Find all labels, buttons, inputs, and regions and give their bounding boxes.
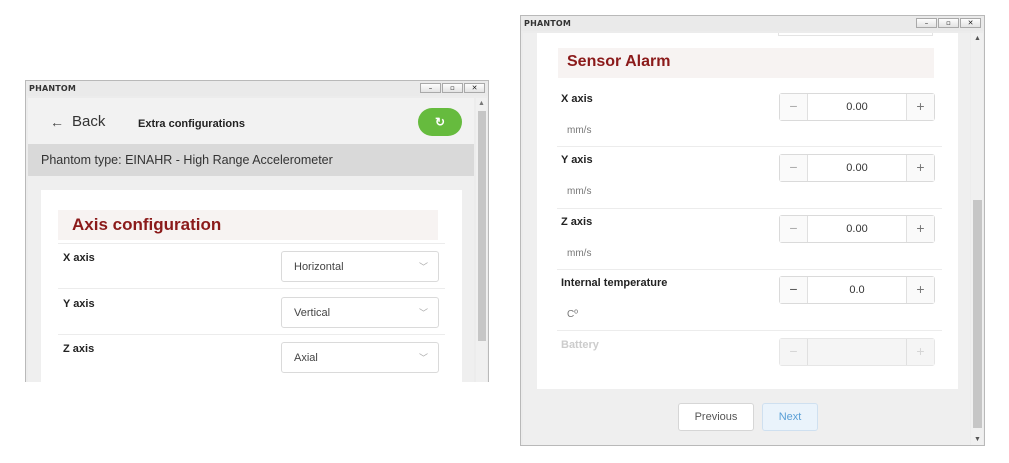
axis-configuration-card: Axis configuration X axis Horizontal ﹀ Y…: [41, 190, 462, 382]
y-axis-unit: mm/s: [567, 186, 592, 197]
arrow-left-icon: ←: [50, 113, 64, 130]
window-title: PHANTOM: [524, 19, 572, 28]
next-button[interactable]: Next: [762, 403, 818, 431]
section-title: Sensor Alarm: [558, 48, 934, 78]
decrement-button[interactable]: −: [780, 94, 808, 120]
page-title: Extra configurations: [138, 118, 245, 130]
scroll-up-icon[interactable]: ▲: [974, 35, 981, 42]
decrement-button[interactable]: −: [780, 155, 808, 181]
refresh-button[interactable]: ↻: [418, 108, 462, 136]
chevron-down-icon: ﹀: [418, 353, 428, 363]
increment-button: +: [906, 339, 934, 365]
internal-temperature-stepper: − 0.0 +: [779, 276, 935, 304]
top-bar: ← Back Extra configurations ↻: [28, 98, 474, 144]
minimize-button[interactable]: –: [420, 83, 441, 93]
battery-input: [808, 339, 906, 365]
x-axis-label: X axis: [63, 252, 95, 264]
x-axis-alarm-input[interactable]: 0.00: [808, 94, 906, 120]
phantom-window-extra-configurations: PHANTOM – ▫ ✕ ← Back Extra configuration…: [25, 80, 489, 382]
divider: [58, 334, 445, 335]
increment-button[interactable]: +: [906, 216, 934, 242]
z-axis-alarm-label: Z axis: [561, 216, 593, 228]
minimize-button[interactable]: –: [916, 18, 937, 28]
decrement-button[interactable]: −: [780, 216, 808, 242]
refresh-icon: ↻: [434, 115, 446, 129]
title-bar[interactable]: PHANTOM – ▫ ✕: [26, 81, 488, 96]
close-button[interactable]: ✕: [960, 18, 981, 28]
scroll-up-icon[interactable]: ▲: [478, 100, 485, 107]
divider: [557, 146, 942, 147]
phantom-window-sensor-alarm: PHANTOM – ▫ ✕ Sensor Alarm X axis mm/s −…: [520, 15, 985, 446]
y-axis-alarm-label: Y axis: [561, 154, 593, 166]
z-axis-select[interactable]: Axial ﹀: [281, 342, 439, 373]
section-title: Axis configuration: [58, 210, 438, 240]
scrollbar-thumb[interactable]: [478, 111, 486, 341]
chevron-down-icon: ﹀: [418, 308, 428, 318]
divider: [58, 243, 445, 244]
scrollbar-thumb[interactable]: [973, 200, 982, 428]
divider: [58, 288, 445, 289]
y-axis-select[interactable]: Vertical ﹀: [281, 297, 439, 328]
previous-button[interactable]: Previous: [678, 403, 754, 431]
window-content: Sensor Alarm X axis mm/s − 0.00 + Y axis…: [523, 33, 970, 445]
title-bar[interactable]: PHANTOM – ▫ ✕: [521, 16, 984, 31]
decrement-button: −: [780, 339, 808, 365]
internal-temperature-label: Internal temperature: [561, 277, 668, 289]
vertical-scrollbar[interactable]: ▲: [476, 98, 487, 382]
x-axis-alarm-label: X axis: [561, 93, 593, 105]
z-axis-value: Axial: [294, 352, 318, 364]
x-axis-alarm-stepper: − 0.00 +: [779, 93, 935, 121]
window-content: ← Back Extra configurations ↻ Phantom ty…: [28, 98, 474, 382]
clipped-input-edge: [778, 33, 933, 36]
increment-button[interactable]: +: [906, 94, 934, 120]
y-axis-label: Y axis: [63, 298, 95, 310]
y-axis-alarm-stepper: − 0.00 +: [779, 154, 935, 182]
increment-button[interactable]: +: [906, 277, 934, 303]
temperature-unit: Cº: [567, 309, 578, 320]
z-axis-unit: mm/s: [567, 248, 592, 259]
scroll-down-icon[interactable]: ▼: [974, 436, 981, 443]
maximize-button[interactable]: ▫: [938, 18, 959, 28]
close-button[interactable]: ✕: [464, 83, 485, 93]
z-axis-alarm-stepper: − 0.00 +: [779, 215, 935, 243]
z-axis-alarm-input[interactable]: 0.00: [808, 216, 906, 242]
battery-label: Battery: [561, 339, 599, 351]
divider: [557, 330, 942, 331]
internal-temperature-input[interactable]: 0.0: [808, 277, 906, 303]
x-axis-unit: mm/s: [567, 125, 592, 136]
chevron-down-icon: ﹀: [418, 262, 428, 272]
window-title: PHANTOM: [29, 84, 77, 93]
vertical-scrollbar[interactable]: ▲ ▼: [971, 33, 983, 445]
sensor-alarm-card: Sensor Alarm X axis mm/s − 0.00 + Y axis…: [537, 33, 958, 389]
phantom-type-text: Phantom type: EINAHR - High Range Accele…: [41, 153, 333, 167]
y-axis-alarm-input[interactable]: 0.00: [808, 155, 906, 181]
divider: [557, 269, 942, 270]
maximize-button[interactable]: ▫: [442, 83, 463, 93]
back-button[interactable]: ← Back: [50, 113, 105, 130]
battery-stepper: − +: [779, 338, 935, 366]
y-axis-value: Vertical: [294, 307, 331, 319]
z-axis-label: Z axis: [63, 343, 95, 355]
phantom-type-bar: Phantom type: EINAHR - High Range Accele…: [28, 144, 474, 176]
back-label: Back: [72, 113, 106, 130]
increment-button[interactable]: +: [906, 155, 934, 181]
decrement-button[interactable]: −: [780, 277, 808, 303]
x-axis-value: Horizontal: [294, 261, 344, 273]
x-axis-select[interactable]: Horizontal ﹀: [281, 251, 439, 282]
divider: [557, 208, 942, 209]
